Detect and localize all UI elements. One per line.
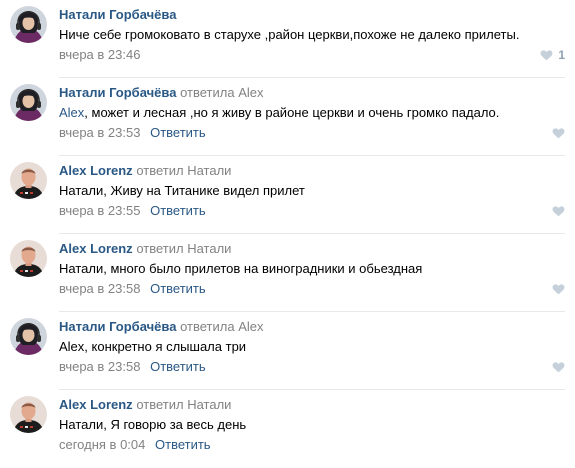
author-name[interactable]: Alex Lorenz: [59, 163, 133, 178]
comment-body: Натали, Живу на Титанике видел прилет: [59, 183, 305, 198]
comment-header: Натали Горбачёва: [59, 7, 176, 23]
author-name[interactable]: Натали Горбачёва: [59, 7, 176, 22]
reply-to: ответила Alex: [180, 319, 263, 334]
reply-word: ответила: [180, 319, 235, 334]
comment: Натали Горбачёва Ниче себе громоковато в…: [0, 0, 575, 78]
heart-icon: [552, 362, 565, 373]
reply-button[interactable]: Ответить: [155, 437, 211, 452]
reply-button[interactable]: Ответить: [150, 203, 206, 218]
author-name[interactable]: Alex Lorenz: [59, 241, 133, 256]
like-button[interactable]: [552, 127, 565, 139]
man-in-black-shirt-avatar: [10, 162, 47, 199]
author-name[interactable]: Натали Горбачёва: [59, 319, 176, 334]
reply-word: ответил: [136, 397, 184, 412]
comment-text: Натали, Живу на Титанике видел прилет: [59, 183, 305, 199]
comments-list: Натали Горбачёва Ниче себе громоковато в…: [0, 0, 575, 464]
comment-date[interactable]: вчера в 23:53: [59, 125, 140, 140]
comment: Натали Горбачёва ответила Alex Alex, кон…: [0, 312, 575, 390]
comment-date[interactable]: вчера в 23:46: [59, 47, 140, 62]
mention-link[interactable]: Alex: [59, 105, 84, 120]
reply-target-link[interactable]: Натали: [187, 397, 231, 412]
reply-button[interactable]: Ответить: [150, 281, 206, 296]
comment-date[interactable]: сегодня в 0:04: [59, 437, 145, 452]
woman-with-headphones-avatar: [10, 318, 47, 355]
comment-body: Натали, Я говорю за весь день: [59, 417, 247, 432]
author-name[interactable]: Alex Lorenz: [59, 397, 133, 412]
comment-text: Натали, Я говорю за весь день: [59, 417, 246, 433]
comment-meta: вчера в 23:58 Ответить: [59, 359, 206, 375]
avatar[interactable]: [10, 162, 47, 199]
comment-header: Alex Lorenz ответил Натали: [59, 163, 231, 179]
comment-meta: вчера в 23:53 Ответить: [59, 125, 206, 141]
avatar[interactable]: [10, 6, 47, 43]
comment-body: Alex, конкретно я слышала три: [59, 339, 247, 354]
comment-body: Ниче себе громоковато в старухе ,район ц…: [59, 27, 520, 42]
woman-with-headphones-avatar: [10, 84, 47, 121]
like-button[interactable]: [552, 361, 565, 373]
comment-meta: сегодня в 0:04 Ответить: [59, 437, 211, 453]
comment: Alex Lorenz ответил Натали Натали, Живу …: [0, 156, 575, 234]
comment-header: Натали Горбачёва ответила Alex: [59, 85, 264, 101]
reply-word: ответила: [180, 85, 235, 100]
reply-word: ответил: [136, 241, 184, 256]
like-button[interactable]: [552, 283, 565, 295]
like-button[interactable]: 1: [540, 49, 565, 61]
heart-icon: [552, 284, 565, 295]
author-name[interactable]: Натали Горбачёва: [59, 85, 176, 100]
comment-text: Alex, конкретно я слышала три: [59, 339, 246, 355]
reply-to: ответил Натали: [136, 241, 231, 256]
comment-date[interactable]: вчера в 23:55: [59, 203, 140, 218]
comment-text: Alex, может и лесная ,но я живу в районе…: [59, 105, 499, 121]
heart-icon: [552, 206, 565, 217]
comment-header: Alex Lorenz ответил Натали: [59, 241, 231, 257]
reply-target-link[interactable]: Натали: [187, 241, 231, 256]
reply-button[interactable]: Ответить: [150, 359, 206, 374]
heart-icon: [552, 128, 565, 139]
man-in-black-shirt-avatar: [10, 240, 47, 277]
comment-meta: вчера в 23:58 Ответить: [59, 281, 206, 297]
like-button[interactable]: [552, 205, 565, 217]
reply-target-link[interactable]: Alex: [238, 319, 263, 334]
reply-word: ответил: [136, 163, 184, 178]
comment-body: , может и лесная ,но я живу в районе цер…: [84, 105, 500, 120]
avatar[interactable]: [10, 396, 47, 433]
avatar[interactable]: [10, 84, 47, 121]
comment: Alex Lorenz ответил Натали Натали, много…: [0, 234, 575, 312]
avatar[interactable]: [10, 240, 47, 277]
man-in-black-shirt-avatar: [10, 396, 47, 433]
comment: Натали Горбачёва ответила Alex Alex, мож…: [0, 78, 575, 156]
comment-text: Ниче себе громоковато в старухе ,район ц…: [59, 27, 519, 43]
reply-to: ответил Натали: [136, 397, 231, 412]
like-count: 1: [558, 48, 565, 62]
comment-header: Натали Горбачёва ответила Alex: [59, 319, 264, 335]
comment: Alex Lorenz ответил Натали Натали, Я гов…: [0, 390, 575, 468]
reply-to: ответил Натали: [136, 163, 231, 178]
reply-button[interactable]: Ответить: [150, 125, 206, 140]
comment-header: Alex Lorenz ответил Натали: [59, 397, 231, 413]
comment-body: Натали, много было прилетов на виноградн…: [59, 261, 423, 276]
comment-meta: вчера в 23:46: [59, 47, 140, 63]
comment-date[interactable]: вчера в 23:58: [59, 281, 140, 296]
avatar[interactable]: [10, 318, 47, 355]
woman-with-headphones-avatar: [10, 6, 47, 43]
comment-text: Натали, много было прилетов на виноградн…: [59, 261, 422, 277]
comment-meta: вчера в 23:55 Ответить: [59, 203, 206, 219]
reply-target-link[interactable]: Натали: [187, 163, 231, 178]
reply-target-link[interactable]: Alex: [238, 85, 263, 100]
heart-icon: [540, 50, 553, 61]
comment-date[interactable]: вчера в 23:58: [59, 359, 140, 374]
reply-to: ответила Alex: [180, 85, 263, 100]
